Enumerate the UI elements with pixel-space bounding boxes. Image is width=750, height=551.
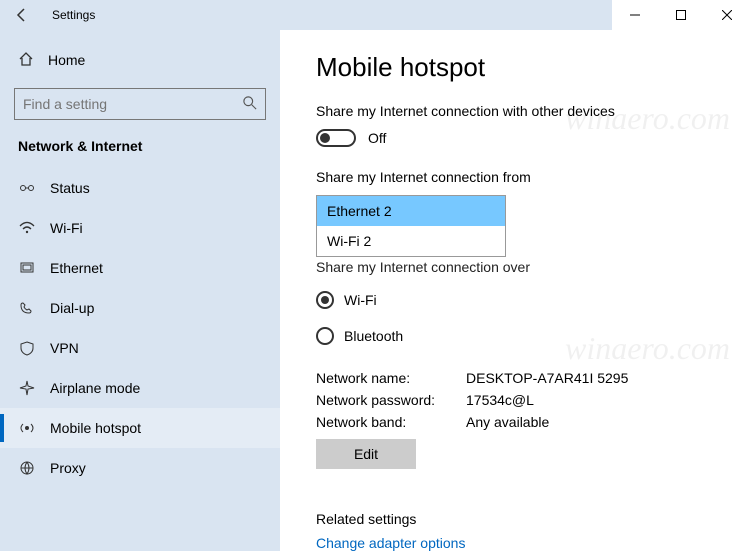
share-toggle-label: Share my Internet connection with other … [316,103,742,119]
adapter-options-link[interactable]: Change adapter options [316,535,742,551]
home-label: Home [48,52,85,68]
search-icon [243,96,257,113]
nav-label: VPN [50,340,79,356]
nav-label: Proxy [50,460,86,476]
page-title: Mobile hotspot [316,52,742,83]
minimize-button[interactable] [612,0,658,30]
network-properties: Network name:DESKTOP-A7AR41I 5295 Networ… [316,367,742,469]
wifi-icon [18,220,36,236]
share-from-dropdown[interactable]: Ethernet 2 Wi-Fi 2 [316,195,506,257]
sidebar: Home Network & Internet Status Wi-Fi Eth… [0,30,280,551]
sidebar-item-wifi[interactable]: Wi-Fi [0,208,280,248]
sidebar-item-vpn[interactable]: VPN [0,328,280,368]
sidebar-item-proxy[interactable]: Proxy [0,448,280,488]
sidebar-item-airplane[interactable]: Airplane mode [0,368,280,408]
toggle-state-text: Off [368,130,386,146]
net-band-value: Any available [466,411,549,433]
share-toggle[interactable] [316,129,356,147]
content-area: winaero.com winaero.com Mobile hotspot S… [280,30,750,551]
radio-bluetooth[interactable] [316,327,334,345]
share-from-label: Share my Internet connection from [316,169,742,185]
window-title: Settings [52,8,95,22]
home-icon [18,51,34,70]
hotspot-icon [18,420,36,436]
radio-wifi[interactable] [316,291,334,309]
radio-wifi-row[interactable]: Wi-Fi [316,285,742,315]
net-name-label: Network name: [316,367,466,389]
radio-bluetooth-row[interactable]: Bluetooth [316,321,742,351]
related-settings-header: Related settings [316,511,742,527]
dialup-icon [18,300,36,316]
vpn-icon [18,340,36,356]
sidebar-item-ethernet[interactable]: Ethernet [0,248,280,288]
nav-label: Wi-Fi [50,220,83,236]
sidebar-item-status[interactable]: Status [0,168,280,208]
home-nav[interactable]: Home [0,42,280,78]
status-icon [18,180,36,196]
dropdown-option[interactable]: Wi-Fi 2 [317,226,505,256]
search-field[interactable] [23,96,243,112]
nav-label: Airplane mode [50,380,140,396]
ethernet-icon [18,260,36,276]
net-pwd-label: Network password: [316,389,466,411]
radio-bluetooth-label: Bluetooth [344,328,403,344]
nav-label: Mobile hotspot [50,420,141,436]
net-band-label: Network band: [316,411,466,433]
sidebar-item-hotspot[interactable]: Mobile hotspot [0,408,280,448]
nav-label: Ethernet [50,260,103,276]
maximize-button[interactable] [658,0,704,30]
search-input[interactable] [14,88,266,120]
airplane-icon [18,380,36,396]
close-button[interactable] [704,0,750,30]
net-name-value: DESKTOP-A7AR41I 5295 [466,367,628,389]
title-bar: Settings [0,0,750,30]
category-header: Network & Internet [0,138,280,168]
edit-button[interactable]: Edit [316,439,416,469]
nav-label: Dial-up [50,300,94,316]
sidebar-item-dialup[interactable]: Dial-up [0,288,280,328]
back-button[interactable] [0,0,44,30]
proxy-icon [18,460,36,476]
radio-wifi-label: Wi-Fi [344,292,377,308]
nav-label: Status [50,180,90,196]
net-pwd-value: 17534c@L [466,389,534,411]
dropdown-option[interactable]: Ethernet 2 [317,196,505,226]
share-over-label: Share my Internet connection over [316,259,742,275]
